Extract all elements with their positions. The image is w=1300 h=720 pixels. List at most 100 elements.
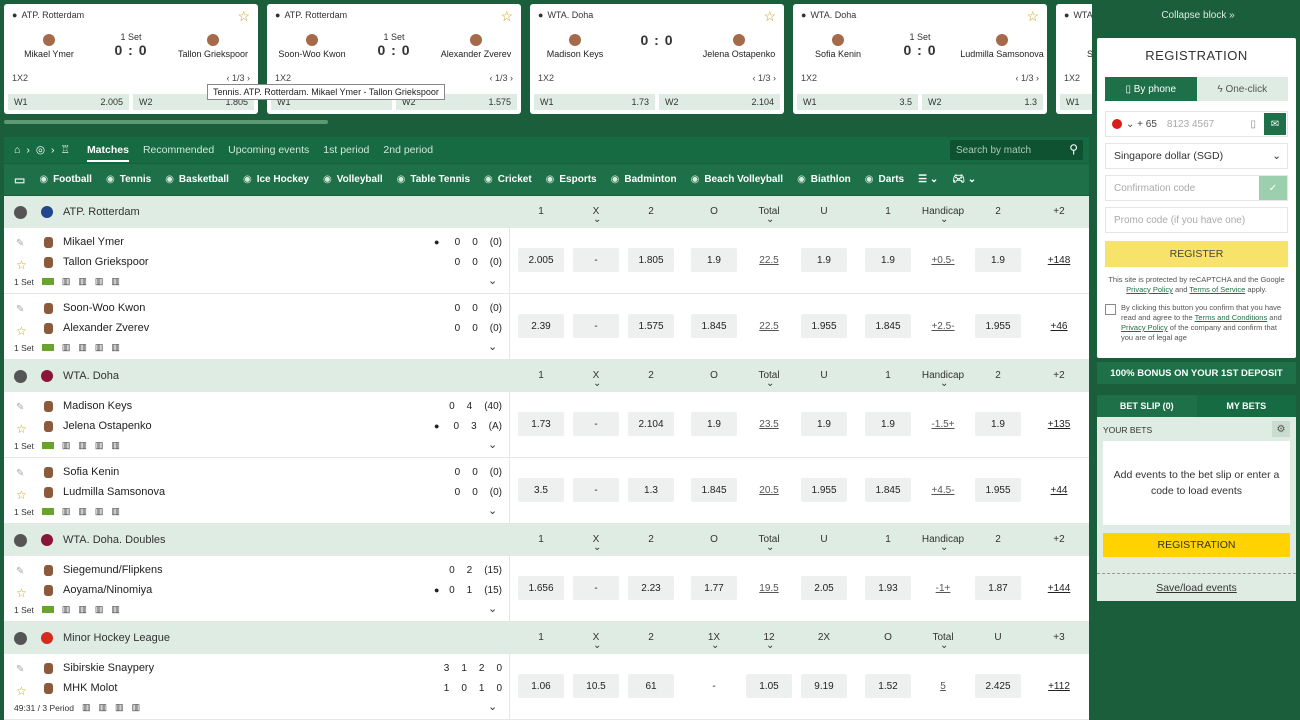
currency-select[interactable]: Singapore dollar (SGD) ⌄ [1105, 143, 1288, 169]
pin-icon[interactable]: ✎ [16, 566, 24, 577]
collapse-block-button[interactable]: Collapse block » [1096, 0, 1300, 32]
bonus-banner[interactable]: 100% BONUS ON YOUR 1ST DEPOSIT [1097, 362, 1296, 384]
pin-icon[interactable]: ✎ [16, 468, 24, 479]
chevron-right-icon[interactable]: › [771, 73, 776, 83]
privacy-policy-link[interactable]: Privacy Policy [1126, 285, 1173, 294]
sport-football[interactable]: ◉ Football [39, 174, 92, 185]
sport-badminton[interactable]: ◉ Badminton [611, 174, 677, 185]
column-header[interactable]: +2 [1029, 370, 1089, 381]
favorite-star-icon[interactable]: ☆ [16, 586, 27, 600]
terms-link[interactable]: Terms and Conditions [1195, 313, 1268, 322]
consent-checkbox[interactable] [1105, 304, 1116, 315]
team2[interactable]: Tallon Griekspoor [44, 256, 149, 268]
odds-cell[interactable]: 2.23 [628, 576, 674, 600]
phone-field[interactable]: ⌄ + 65 8123 4567 ▯ ✉ [1105, 111, 1288, 137]
odds-cell[interactable]: 2.39 [518, 314, 564, 338]
favorite-star-icon[interactable]: ☆ [16, 488, 27, 502]
odds-cell[interactable]: 1.77 [691, 576, 737, 600]
more-markets-link[interactable]: +46 [1036, 314, 1082, 338]
expand-chevron-icon[interactable]: ⌄ [488, 602, 497, 615]
tab-one-click[interactable]: ϟ One-click [1196, 77, 1288, 101]
expand-chevron-icon[interactable]: ⌄ [488, 274, 497, 287]
stats-icon[interactable]: ▥ [62, 276, 71, 287]
search-icon[interactable]: ⚲ [1069, 142, 1078, 156]
favorite-star-icon[interactable]: ☆ [763, 8, 776, 25]
live-card[interactable]: ● WTA. Doha ☆ Madison Keys 0 : 0 Jelena Ostap… [530, 4, 784, 114]
chevron-down-icon[interactable]: ⌄ [1126, 119, 1137, 130]
chevron-right-icon[interactable]: › [1034, 73, 1039, 83]
more-markets-link[interactable]: +148 [1036, 248, 1082, 272]
odds-cell[interactable]: 1.9 [801, 248, 847, 272]
odds-cell[interactable]: 61 [628, 674, 674, 698]
odds-cell[interactable]: 1.9 [691, 412, 737, 436]
stats-icon[interactable]: ▥ [62, 506, 71, 517]
monitor-icon[interactable]: ▭ [14, 173, 25, 187]
field-icon[interactable]: ▥ [111, 276, 120, 287]
team2[interactable]: Aoyama/Ninomiya [44, 584, 152, 596]
gear-icon[interactable]: ⚙ [1272, 421, 1290, 437]
privacy-link[interactable]: Privacy Policy [1121, 323, 1168, 332]
expand-chevron-icon[interactable]: ⌄ [488, 504, 497, 517]
more-markets-link[interactable]: +135 [1036, 412, 1082, 436]
odds-cell[interactable]: 1.845 [691, 314, 737, 338]
odds-cell[interactable]: - [573, 248, 619, 272]
odds-cell[interactable]: 1.06 [518, 674, 564, 698]
card-pager[interactable]: ‹ 1/3 › [489, 73, 513, 83]
sport-beach-volleyball[interactable]: ◉ Beach Volleyball [691, 174, 783, 185]
card-pager[interactable]: ‹ 1/3 › [752, 73, 776, 83]
odd-w1[interactable]: W1 [1060, 94, 1092, 110]
odds-cell[interactable]: 2.104 [628, 412, 674, 436]
column-header[interactable]: +2 [1029, 206, 1089, 217]
sport-darts[interactable]: ◉ Darts [865, 174, 904, 185]
match-row[interactable]: ✎ ☆ Siegemund/Flipkens Aoyama/Ninomiya 0 2 (15… [4, 556, 1089, 622]
odds-cell[interactable]: 1.9 [975, 248, 1021, 272]
stats-icon[interactable]: ▥ [62, 342, 71, 353]
promo-code-input[interactable]: Promo code (if you have one) [1105, 207, 1288, 233]
confirmation-code-input[interactable]: Confirmation code ✓ [1105, 175, 1288, 201]
field-icon[interactable]: ▥ [111, 342, 120, 353]
sport-ice-hockey[interactable]: ◉ Ice Hockey [243, 174, 309, 185]
odds-cell[interactable]: - [573, 478, 619, 502]
field-icon[interactable]: ▥ [111, 440, 120, 451]
match-row[interactable]: ✎ ☆ Mikael Ymer Tallon Griekspoor 0 0 (0) 0 0 (0)… [4, 228, 1089, 294]
sport-biathlon[interactable]: ◉ Biathlon [797, 174, 851, 185]
register-button[interactable]: REGISTER [1105, 241, 1288, 267]
tab-my-bets[interactable]: MY BETS [1196, 395, 1296, 417]
sport-tennis[interactable]: ◉ Tennis [106, 174, 151, 185]
chart-icon[interactable]: ▥ [99, 702, 108, 713]
lineup-icon[interactable]: ▥ [115, 702, 124, 713]
odd-w1[interactable]: W1 1.73 [534, 94, 655, 110]
odds-cell[interactable]: 1.845 [691, 478, 737, 502]
trophy-icon[interactable]: ♖ [61, 144, 70, 156]
field-icon[interactable]: ▥ [132, 702, 141, 713]
column-header[interactable]: +3 [1029, 632, 1089, 643]
odds-cell[interactable]: 1.656 [518, 576, 564, 600]
column-header[interactable]: +2 [1029, 534, 1089, 545]
expand-chevron-icon[interactable]: ⌄ [488, 700, 497, 713]
odds-cell[interactable]: 1.9 [865, 248, 911, 272]
sport-cricket[interactable]: ◉ Cricket [484, 174, 532, 185]
chart-icon[interactable]: ▥ [78, 342, 87, 353]
odds-cell[interactable]: 9.19 [801, 674, 847, 698]
odds-cell[interactable]: 1.845 [865, 478, 911, 502]
odds-cell[interactable]: 2.05 [801, 576, 847, 600]
favorite-star-icon[interactable]: ☆ [16, 258, 27, 272]
home-icon[interactable]: ⌂ [14, 144, 20, 156]
team2[interactable]: MHK Molot [44, 682, 117, 694]
match-row[interactable]: ✎ ☆ Soon-Woo Kwon Alexander Zverev 0 0 (0) 0 0 (0… [4, 294, 1089, 360]
favorite-star-icon[interactable]: ☆ [16, 684, 27, 698]
registration-button[interactable]: REGISTRATION [1103, 533, 1290, 557]
field-icon[interactable]: ▥ [111, 506, 120, 517]
live-card[interactable]: ● WTA. Doha ☆ Sofia Kenin 1 Set 0 : 0 Ludmilla… [793, 4, 1047, 114]
chevron-right-icon[interactable]: › [245, 73, 250, 83]
gamepad-icon[interactable]: 🎮︎ ⌄ [952, 174, 976, 185]
tab-2nd-period[interactable]: 2nd period [383, 144, 433, 156]
lineup-icon[interactable]: ▥ [95, 506, 104, 517]
send-code-button[interactable]: ✉ [1264, 113, 1286, 135]
odd-w2[interactable]: W2 2.104 [659, 94, 780, 110]
favorite-star-icon[interactable]: ☆ [16, 422, 27, 436]
court-icon[interactable] [41, 508, 54, 515]
odd-w1[interactable]: W1 2.005 [8, 94, 129, 110]
odds-cell[interactable]: 1.845 [865, 314, 911, 338]
sport-table-tennis[interactable]: ◉ Table Tennis [397, 174, 470, 185]
